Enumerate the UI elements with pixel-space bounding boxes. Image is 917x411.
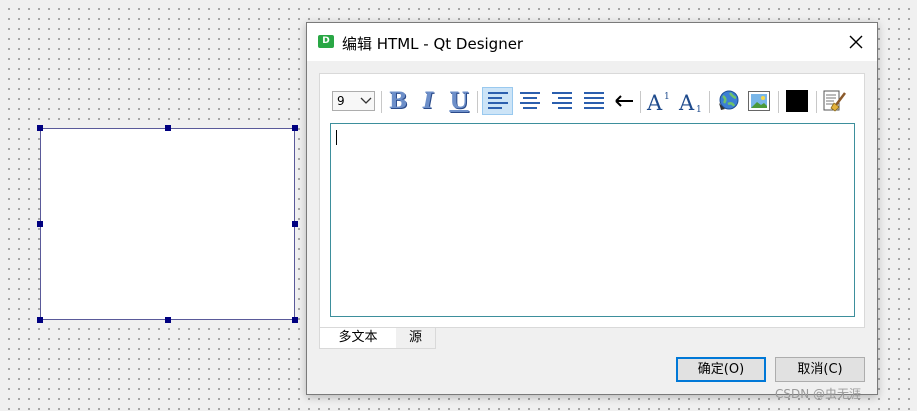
resize-handle-bottom[interactable] [165, 317, 171, 323]
text-direction-button[interactable] [612, 87, 636, 115]
insert-link-button[interactable] [714, 87, 742, 115]
resize-handle-right[interactable] [292, 221, 298, 227]
cancel-button[interactable]: 取消(C) [775, 357, 865, 382]
ok-button[interactable]: 确定(O) [676, 357, 766, 382]
resize-handle-bottom-left[interactable] [37, 317, 43, 323]
toolbar-separator [778, 91, 779, 113]
align-left-button[interactable] [482, 87, 513, 115]
align-justify-button[interactable] [580, 87, 608, 115]
align-left-icon [487, 92, 508, 109]
bold-button[interactable]: B [385, 87, 411, 115]
font-size-value: 9 [337, 94, 345, 108]
toolbar-separator [477, 91, 478, 113]
simplify-html-button[interactable] [821, 87, 849, 115]
align-center-button[interactable] [516, 87, 544, 115]
resize-handle-top-left[interactable] [37, 125, 43, 131]
superscript-button[interactable]: A 1 [645, 87, 673, 115]
text-color-button[interactable] [783, 87, 811, 115]
insert-image-icon [748, 91, 770, 111]
rich-text-editor[interactable] [330, 123, 855, 317]
tab-source[interactable]: 源 [396, 328, 436, 349]
svg-text:A: A [678, 91, 695, 113]
subscript-icon: A 1 [678, 91, 702, 113]
dialog-title: 编辑 HTML - Qt Designer [342, 35, 524, 53]
close-icon[interactable] [843, 29, 869, 55]
watermark-text: CSDN @虫无涯 [775, 387, 862, 401]
qt-designer-app-icon: D [318, 35, 334, 48]
direction-arrow-icon [615, 95, 633, 107]
tab-rich-text[interactable]: 多文本 [319, 328, 396, 349]
text-color-swatch [786, 90, 808, 112]
italic-button[interactable]: I [415, 87, 441, 115]
bold-label: B [388, 88, 408, 114]
simplify-html-icon [823, 90, 846, 112]
italic-label: I [422, 88, 434, 114]
edit-html-dialog: D 编辑 HTML - Qt Designer 9 B I U A 1 A 1 … [306, 22, 878, 395]
svg-text:1: 1 [664, 92, 670, 102]
toolbar-separator [709, 91, 710, 113]
resize-handle-top[interactable] [165, 125, 171, 131]
underline-label: U [449, 88, 469, 114]
align-right-icon [552, 92, 572, 109]
resize-handle-top-right[interactable] [292, 125, 298, 131]
resize-handle-left[interactable] [37, 221, 43, 227]
font-size-select[interactable]: 9 [332, 91, 375, 111]
chevron-down-icon [359, 95, 373, 111]
insert-image-button[interactable] [745, 87, 773, 115]
align-justify-icon [584, 92, 604, 109]
subscript-button[interactable]: A 1 [677, 87, 705, 115]
superscript-icon: A 1 [646, 91, 670, 113]
insert-link-icon [719, 90, 739, 110]
title-bar: D 编辑 HTML - Qt Designer [307, 23, 877, 61]
toolbar-separator [816, 91, 817, 113]
svg-text:1: 1 [696, 105, 702, 113]
text-caret [336, 130, 337, 145]
selected-form-widget[interactable] [40, 128, 295, 320]
align-center-icon [520, 92, 540, 109]
toolbar-separator [640, 91, 641, 113]
resize-handle-bottom-right[interactable] [292, 317, 298, 323]
toolbar-separator [381, 91, 382, 113]
svg-text:A: A [646, 91, 663, 113]
align-right-button[interactable] [548, 87, 576, 115]
rich-text-panel: 9 B I U A 1 A 1 [319, 73, 865, 328]
underline-button[interactable]: U [446, 87, 472, 115]
format-toolbar: 9 B I U A 1 A 1 [332, 87, 857, 115]
